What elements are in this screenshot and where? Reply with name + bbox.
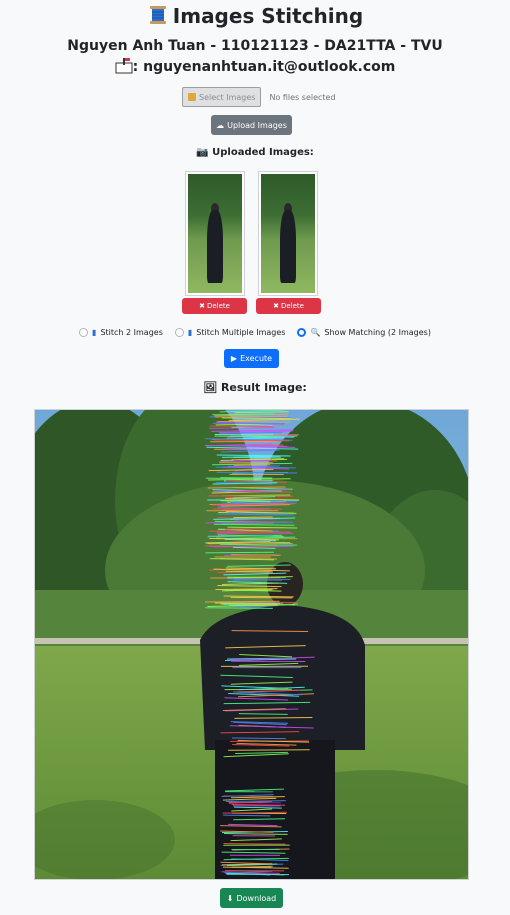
uploaded-images-text: Uploaded Images:: [212, 147, 314, 158]
match-line: [232, 737, 286, 740]
magnifier-icon: 🔍: [310, 328, 321, 337]
email-info: : nguyenanhtuan.it@outlook.com: [0, 58, 510, 78]
match-line: [209, 427, 275, 429]
match-line: [231, 554, 281, 556]
cross-icon: ✖: [273, 302, 279, 310]
delete-button-1[interactable]: ✖ Delete: [182, 298, 247, 314]
match-line: [233, 464, 271, 466]
match-line: [217, 421, 291, 423]
radio-button[interactable]: [297, 328, 307, 337]
match-line: [219, 543, 298, 546]
delete-button-2[interactable]: ✖ Delete: [256, 298, 321, 314]
spool-icon: ▮: [92, 328, 97, 337]
result-image-canvas: [35, 410, 468, 879]
execute-label: Execute: [240, 354, 273, 363]
file-input-row: Select Images No files selected: [182, 87, 336, 107]
mailbox-icon: [115, 58, 133, 78]
select-images-button[interactable]: Select Images: [182, 87, 262, 107]
match-line: [223, 843, 286, 845]
email-text: : nguyenanhtuan.it@outlook.com: [132, 59, 396, 75]
mode-radio-group: ▮ Stitch 2 Images ▮ Stitch Multiple Imag…: [0, 328, 510, 337]
cloud-icon: ☁: [216, 120, 225, 130]
radio-button[interactable]: [174, 328, 184, 337]
upload-images-button[interactable]: ☁ Upload Images: [211, 115, 292, 135]
camera-icon: 📷: [196, 147, 209, 158]
match-line: [205, 607, 273, 609]
spool-icon: ▮: [187, 328, 193, 337]
page-title: Images Stitching: [0, 4, 510, 31]
match-line: [233, 516, 273, 519]
mode-show-matching[interactable]: 🔍 Show Matching (2 Images): [297, 328, 431, 337]
result-image-heading: 🖼 Result Image:: [0, 381, 510, 394]
uploaded-thumbnail-2: [258, 171, 318, 296]
person-figure: [280, 209, 296, 284]
mode-stitch-multiple[interactable]: ▮ Stitch Multiple Images: [174, 328, 286, 337]
match-line: [208, 495, 288, 497]
download-label: Download: [236, 893, 277, 903]
person-figure: [207, 209, 223, 284]
result-image: [34, 409, 469, 880]
mode-stitch-2[interactable]: ▮ Stitch 2 Images: [79, 328, 163, 337]
match-line: [220, 521, 293, 524]
match-line: [205, 551, 274, 554]
delete-label: Delete: [280, 302, 304, 310]
match-line: [215, 415, 288, 418]
mode-label: Stitch 2 Images: [100, 328, 163, 337]
match-line: [212, 413, 274, 416]
uploaded-thumbnail-1: [185, 171, 245, 296]
thumbnail-image: [188, 174, 242, 293]
result-image-text: Result Image:: [220, 381, 307, 394]
no-files-text: No files selected: [269, 92, 336, 102]
cross-icon: ✖: [199, 302, 205, 310]
upload-images-label: Upload Images: [227, 120, 287, 130]
page-title-text: Images Stitching: [172, 4, 364, 28]
match-line: [230, 596, 293, 599]
thumbnail-image: [261, 174, 315, 293]
author-info: Nguyen Anh Tuan - 110121123 - DA21TTA - …: [67, 38, 443, 54]
folder-icon: [188, 93, 196, 101]
execute-button[interactable]: ▶ Execute: [224, 349, 279, 368]
thread-spool-icon: [147, 4, 169, 31]
mode-label: Stitch Multiple Images: [196, 328, 286, 337]
uploaded-images-heading: 📷 Uploaded Images:: [0, 147, 510, 158]
select-images-label: Select Images: [199, 92, 256, 102]
play-icon: ▶: [230, 354, 238, 363]
delete-label: Delete: [206, 302, 230, 310]
download-button[interactable]: ⬇ Download: [220, 888, 283, 908]
radio-button[interactable]: [79, 328, 89, 337]
mode-label: Show Matching (2 Images): [324, 328, 431, 337]
download-icon: ⬇: [226, 893, 234, 903]
picture-icon: 🖼: [203, 381, 218, 394]
